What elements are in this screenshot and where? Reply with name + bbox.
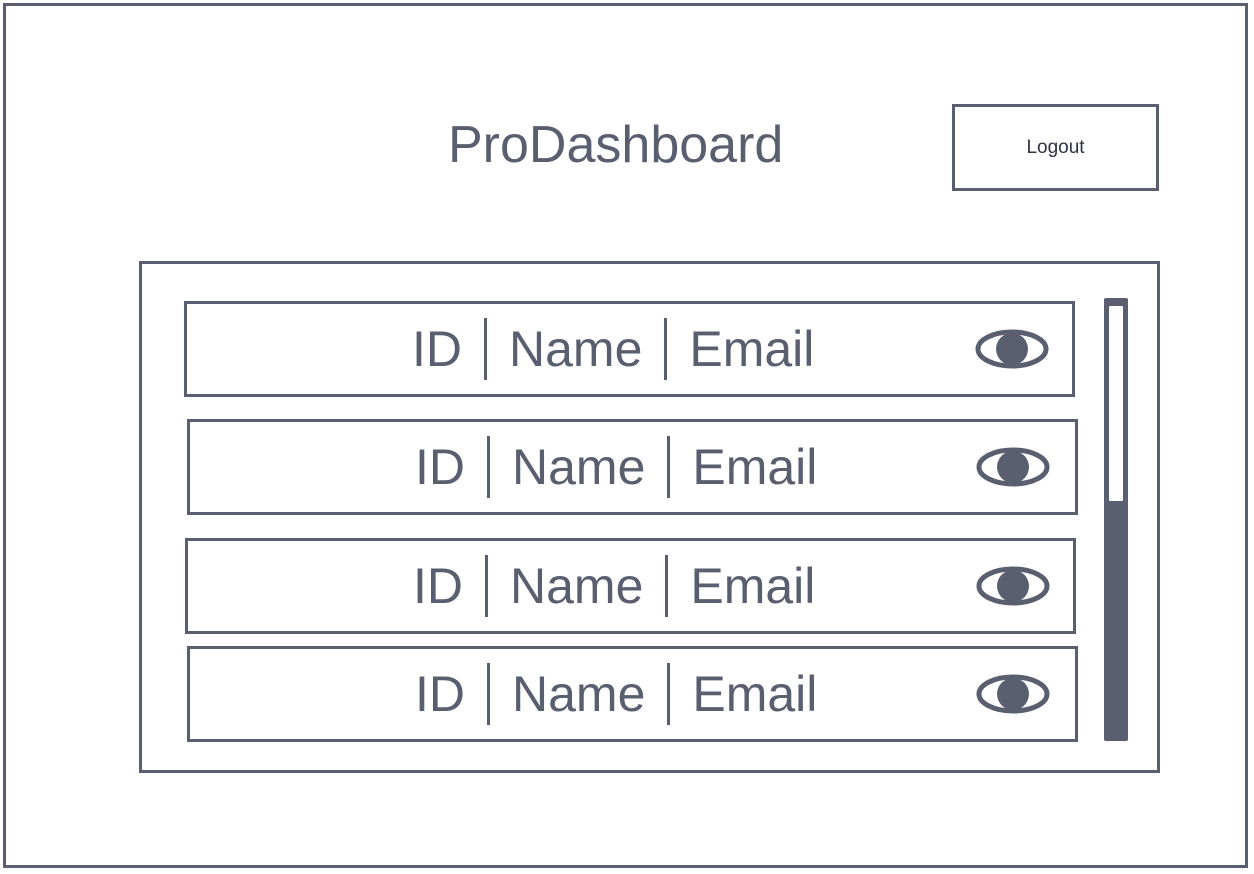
row-email: Email	[690, 558, 816, 614]
list-item[interactable]: ID Name Email	[185, 538, 1076, 634]
row-email: Email	[689, 321, 815, 377]
logout-button[interactable]: Logout	[952, 104, 1159, 191]
row-name: Name	[512, 666, 646, 722]
row-id: ID	[415, 666, 465, 722]
eye-icon[interactable]	[974, 564, 1052, 608]
scrollbar-thumb[interactable]	[1109, 306, 1123, 501]
column-separator	[667, 436, 671, 498]
row-name: Name	[510, 558, 644, 614]
vertical-scrollbar[interactable]	[1104, 298, 1128, 741]
column-separator	[667, 663, 671, 725]
column-separator	[487, 663, 490, 725]
column-separator	[485, 555, 488, 617]
row-email: Email	[692, 439, 818, 495]
column-separator	[665, 555, 669, 617]
row-name: Name	[512, 439, 646, 495]
row-id: ID	[413, 558, 463, 614]
column-separator	[487, 436, 490, 498]
row-fields: ID Name Email	[415, 422, 817, 512]
row-email: Email	[692, 666, 818, 722]
eye-icon[interactable]	[973, 327, 1051, 371]
column-separator	[664, 318, 668, 380]
page-title: ProDashboard	[448, 116, 784, 174]
row-id: ID	[412, 321, 462, 377]
eye-icon[interactable]	[974, 672, 1052, 716]
list-item[interactable]: ID Name Email	[187, 419, 1078, 515]
row-name: Name	[509, 321, 643, 377]
row-fields: ID Name Email	[415, 649, 817, 739]
row-id: ID	[415, 439, 465, 495]
column-separator	[484, 318, 487, 380]
row-fields: ID Name Email	[412, 304, 814, 394]
eye-icon[interactable]	[974, 445, 1052, 489]
list-item[interactable]: ID Name Email	[187, 646, 1078, 742]
row-fields: ID Name Email	[413, 541, 815, 631]
list-item[interactable]: ID Name Email	[184, 301, 1075, 397]
